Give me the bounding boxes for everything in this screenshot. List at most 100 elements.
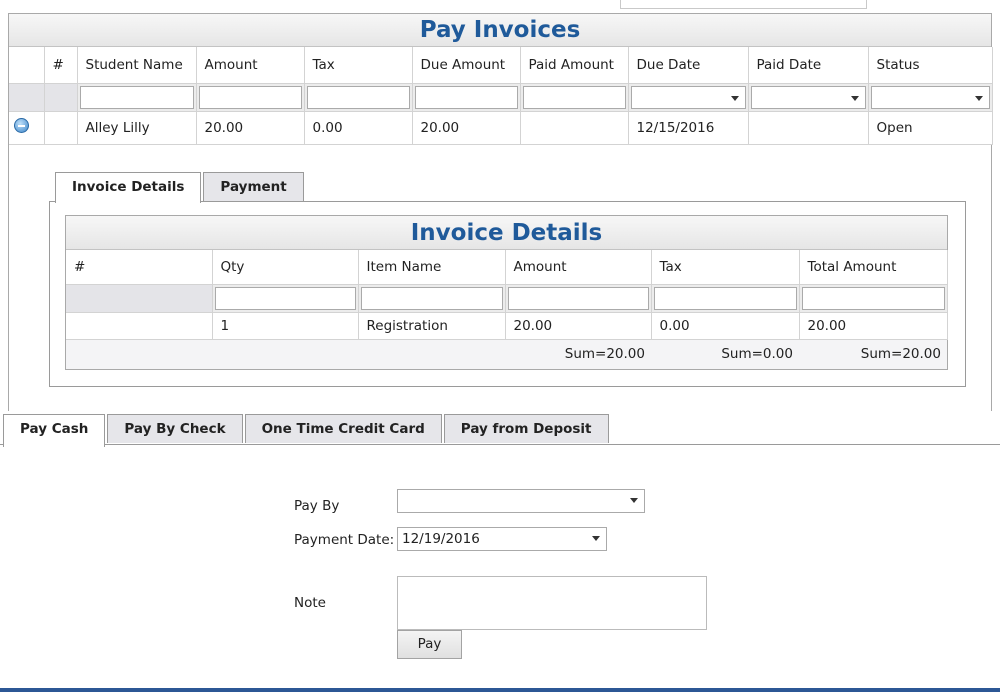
tab-divider <box>0 444 1000 445</box>
note-textarea[interactable] <box>397 576 707 630</box>
pay-by-label: Pay By <box>294 498 340 514</box>
table-row[interactable]: 1 Registration 20.00 0.00 20.00 <box>66 312 948 340</box>
col-amount[interactable]: Amount <box>505 250 652 285</box>
filter-paid-date-select[interactable] <box>750 85 866 109</box>
tab-pay-from-deposit[interactable]: Pay from Deposit <box>443 414 609 443</box>
col-expander <box>9 47 45 84</box>
expander-cell <box>9 111 45 145</box>
cell-paid-date <box>748 111 869 145</box>
pay-invoices-grid: Pay Invoices # Student Name Amount Tax D… <box>8 13 993 412</box>
chevron-down-icon <box>592 536 600 541</box>
cell-student-name: Alley Lilly <box>77 111 197 145</box>
filter-qty-input[interactable] <box>214 286 356 310</box>
filter-amount <box>505 284 652 313</box>
payment-date-select[interactable]: 12/19/2016 <box>397 527 607 551</box>
filter-amount <box>196 83 305 112</box>
filter-due-date-select[interactable] <box>630 85 746 109</box>
detail-tabs: Invoice Details Payment <box>55 172 306 203</box>
col-tax[interactable]: Tax <box>651 250 800 285</box>
filter-item-name-input[interactable] <box>360 286 503 310</box>
filter-cell-blank <box>44 83 78 112</box>
cell-amount: 20.00 <box>505 312 652 340</box>
filter-item-name <box>358 284 506 313</box>
col-status[interactable]: Status <box>868 47 993 84</box>
filter-tax <box>651 284 800 313</box>
filter-total-amount <box>799 284 948 313</box>
note-label: Note <box>294 595 326 611</box>
filter-paid-amount-input[interactable] <box>522 85 626 109</box>
payment-date-value: 12/19/2016 <box>402 531 480 547</box>
filter-total-amount-input[interactable] <box>801 286 945 310</box>
col-due-date[interactable]: Due Date <box>628 47 749 84</box>
sum-row: Sum=20.00 Sum=0.00 Sum=20.00 <box>66 339 947 369</box>
payment-date-label: Payment Date: <box>294 532 395 548</box>
filter-paid-date <box>748 83 869 112</box>
sum-blank <box>66 339 212 369</box>
cell-status: Open <box>868 111 993 145</box>
cell-total-amount: 20.00 <box>799 312 948 340</box>
col-total-amount[interactable]: Total Amount <box>799 250 948 285</box>
cell-tax: 0.00 <box>304 111 413 145</box>
filter-amount-input[interactable] <box>198 85 302 109</box>
top-tab-stub <box>620 0 867 9</box>
chevron-down-icon <box>730 95 739 101</box>
filter-cell-blank <box>9 83 45 112</box>
cell-tax: 0.00 <box>651 312 800 340</box>
filter-student-name <box>77 83 197 112</box>
filter-due-amount-input[interactable] <box>414 85 518 109</box>
filter-tax-input[interactable] <box>653 286 797 310</box>
col-paid-date[interactable]: Paid Date <box>748 47 869 84</box>
cell-item-name: Registration <box>358 312 506 340</box>
col-paid-amount[interactable]: Paid Amount <box>520 47 629 84</box>
filter-tax-input[interactable] <box>306 85 410 109</box>
cell-qty: 1 <box>212 312 359 340</box>
sum-blank <box>212 339 358 369</box>
col-number[interactable]: # <box>44 47 78 84</box>
tab-one-time-credit-card[interactable]: One Time Credit Card <box>244 414 442 443</box>
table-row[interactable]: Alley Lilly 20.00 0.00 20.00 12/15/2016 … <box>9 111 993 145</box>
cell-amount: 20.00 <box>196 111 305 145</box>
tab-payment[interactable]: Payment <box>203 172 304 201</box>
sum-amount: Sum=20.00 <box>505 339 651 369</box>
pay-button[interactable]: Pay <box>397 630 462 659</box>
col-due-amount[interactable]: Due Amount <box>412 47 521 84</box>
invoice-details-table: # Qty Item Name Amount Tax Total Amount <box>66 250 948 369</box>
row-number <box>44 111 78 145</box>
cell-due-date: 12/15/2016 <box>628 111 749 145</box>
invoice-details-title: Invoice Details <box>66 216 947 250</box>
filter-due-amount <box>412 83 521 112</box>
chevron-down-icon <box>850 95 859 101</box>
sum-tax: Sum=0.00 <box>651 339 799 369</box>
pay-invoices-title: Pay Invoices <box>9 14 991 47</box>
tab-pay-cash[interactable]: Pay Cash <box>3 414 106 447</box>
invoice-details-grid: Invoice Details # Qty Item Name Amount T… <box>65 215 948 370</box>
filter-qty <box>212 284 359 313</box>
tab-pay-by-check[interactable]: Pay By Check <box>107 414 243 443</box>
pay-by-select[interactable] <box>397 489 645 513</box>
filter-amount-input[interactable] <box>507 286 649 310</box>
col-number[interactable]: # <box>66 250 213 285</box>
filter-paid-amount <box>520 83 629 112</box>
cell-due-amount: 20.00 <box>412 111 521 145</box>
filter-status-select[interactable] <box>870 85 990 109</box>
filter-due-date <box>628 83 749 112</box>
col-student-name[interactable]: Student Name <box>77 47 197 84</box>
col-item-name[interactable]: Item Name <box>358 250 506 285</box>
chevron-down-icon <box>630 498 638 503</box>
collapse-icon[interactable] <box>14 118 29 133</box>
filter-cell-blank <box>66 284 213 313</box>
col-amount[interactable]: Amount <box>196 47 305 84</box>
cell-paid-amount <box>520 111 629 145</box>
pay-invoices-table: # Student Name Amount Tax Due Amount Pai… <box>9 47 993 145</box>
payment-method-tabs: Pay Cash Pay By Check One Time Credit Ca… <box>3 414 611 447</box>
filter-student-name-input[interactable] <box>79 85 194 109</box>
filter-tax <box>304 83 413 112</box>
sum-total: Sum=20.00 <box>799 339 947 369</box>
tab-invoice-details[interactable]: Invoice Details <box>55 172 202 203</box>
chevron-down-icon <box>974 95 983 101</box>
bottom-bar <box>0 688 1000 692</box>
col-qty[interactable]: Qty <box>212 250 359 285</box>
col-tax[interactable]: Tax <box>304 47 413 84</box>
sum-blank <box>358 339 505 369</box>
invoice-details-panel: Invoice Details # Qty Item Name Amount T… <box>49 201 966 387</box>
